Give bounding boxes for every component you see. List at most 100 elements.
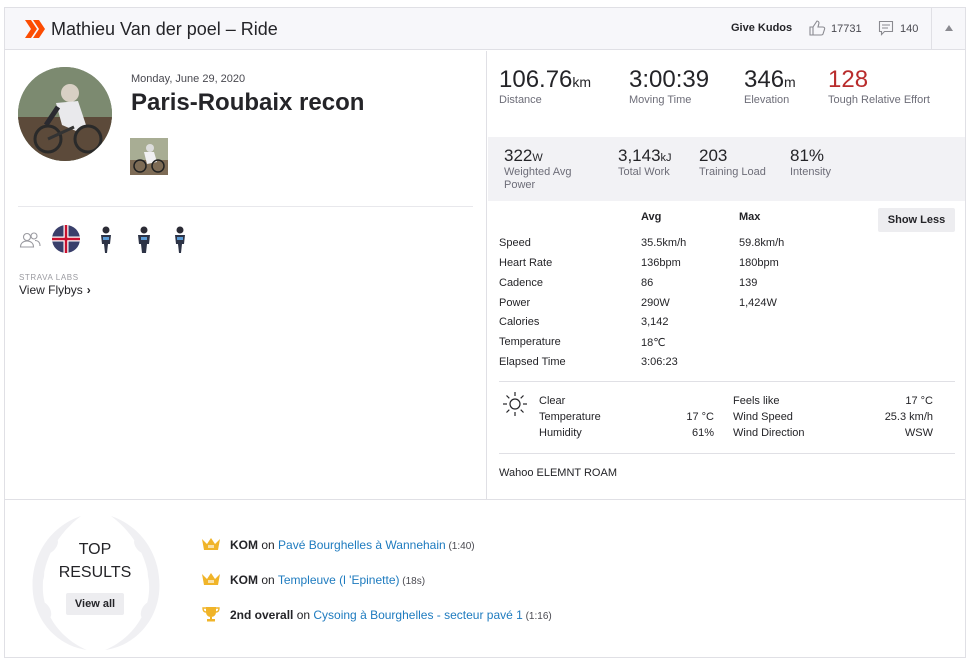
summary-stats: 106.76km Distance 3:00:39 Moving Time 34…: [488, 51, 965, 137]
view-flybys-link[interactable]: View Flybys ›: [19, 283, 91, 297]
result-on: on: [258, 538, 279, 552]
stat-value: 203: [699, 146, 728, 165]
activity-stats-panel: 106.76km Distance 3:00:39 Moving Time 34…: [488, 51, 965, 499]
athlete-avatar[interactable]: [18, 67, 112, 161]
top-results-line2: RESULTS: [58, 564, 132, 581]
weather-feels-like: 17 °C: [905, 395, 933, 407]
stat-value: 106.76: [499, 66, 573, 93]
kudos-count[interactable]: 17731: [831, 23, 862, 35]
stat-label: Weighted Avg Power: [504, 166, 572, 191]
view-flybys-label: View Flybys: [19, 283, 83, 297]
stat-relative-effort[interactable]: 128 Tough Relative Effort: [828, 66, 938, 107]
result-badge: KOM: [230, 573, 258, 587]
result-time: (1:16): [522, 611, 552, 622]
comment-count[interactable]: 140: [900, 23, 918, 35]
detail-row: Elapsed Time: [499, 356, 566, 370]
detail-label: Speed: [499, 237, 531, 249]
athlete-silhouette-avatar: [138, 226, 150, 253]
stat-training-load: 203 Training Load: [699, 146, 766, 179]
stat-label: Total Work: [618, 166, 670, 178]
athlete-silhouette-avatar: [101, 226, 111, 253]
avg-column-header: Avg: [641, 211, 662, 223]
weather-wind-speed-label: Wind Speed: [733, 411, 793, 423]
detail-max: 1,424W: [739, 297, 777, 309]
stat-value: 81%: [790, 146, 825, 165]
detail-label: Heart Rate: [499, 257, 553, 269]
view-all-button[interactable]: View all: [66, 593, 124, 615]
detail-row: Calories: [499, 316, 539, 330]
ride-chevrons-icon: [25, 20, 45, 38]
avatar-image: [18, 67, 112, 161]
stat-value: 3,143: [618, 146, 661, 165]
segment-link[interactable]: Pavé Bourghelles à Wannehain: [278, 538, 446, 552]
weather-feels-like-label: Feels like: [733, 395, 780, 407]
divider: [499, 453, 955, 454]
stat-value: 322: [504, 146, 533, 165]
group-athlete-avatar[interactable]: [51, 224, 81, 254]
detail-stats: Avg Max Show Less Speed 35.5km/h 59.8km/…: [488, 201, 965, 499]
detail-avg: 290W: [641, 297, 670, 309]
top-results-line1: TOP: [78, 541, 112, 558]
detail-max: 139: [739, 277, 758, 289]
detail-max: 59.8km/h: [739, 237, 785, 249]
stat-unit: kJ: [660, 152, 672, 164]
detail-avg: 86: [641, 277, 654, 289]
stat-moving-time: 3:00:39 Moving Time: [629, 66, 709, 107]
detail-avg: 3,142: [641, 316, 669, 328]
activity-header: Mathieu Van der poel – Ride Give Kudos 1…: [5, 8, 965, 50]
stat-label: Distance: [499, 94, 542, 106]
secondary-stats: 322W Weighted Avg Power 3,143kJ Total Wo…: [488, 137, 965, 201]
detail-row: Power: [499, 297, 530, 311]
weather-condition: Clear: [539, 395, 566, 407]
sun-icon: [503, 392, 527, 416]
detail-row: Speed: [499, 237, 531, 251]
result-time: (1:40): [445, 541, 475, 552]
result-badge: 2nd overall: [230, 608, 294, 622]
weather-humidity-label: Humidity: [539, 427, 582, 439]
stat-label: Moving Time: [629, 94, 692, 106]
stat-value: 3:00:39: [629, 66, 710, 93]
crown-icon: [202, 573, 220, 585]
stat-label: Tough Relative Effort: [828, 94, 930, 106]
result-item: 2nd overall on Cysoing à Bourghelles - s…: [201, 606, 552, 622]
activity-photo-thumbnail[interactable]: [130, 138, 168, 175]
result-item: KOM on Pavé Bourghelles à Wannehain (1:4…: [201, 536, 475, 552]
comment-icon[interactable]: [878, 20, 894, 36]
activity-title: Paris-Roubaix recon: [131, 89, 365, 116]
collapse-toggle[interactable]: [931, 8, 965, 50]
divider: [18, 206, 473, 207]
detail-label: Cadence: [499, 277, 544, 289]
trophy-icon: [202, 607, 220, 622]
weather-wind-speed: 25.3 km/h: [884, 411, 933, 423]
caret-up-icon: [945, 25, 953, 31]
show-less-button[interactable]: Show Less: [878, 208, 955, 232]
result-item: KOM on Templeuve (l 'Epinette) (18s): [201, 571, 425, 587]
stat-label: Training Load: [699, 166, 766, 178]
group-athlete-avatar[interactable]: [129, 224, 159, 254]
athlete-silhouette-avatar: [175, 226, 185, 253]
result-time: (18s): [399, 576, 426, 587]
give-kudos-button[interactable]: Give Kudos: [731, 22, 792, 34]
segment-link[interactable]: Cysoing à Bourghelles - secteur pavé 1: [313, 608, 522, 622]
result-badge: KOM: [230, 538, 258, 552]
chevron-right-icon: ›: [86, 283, 91, 297]
stat-weighted-avg-power: 322W Weighted Avg Power: [504, 146, 594, 192]
stat-label: Intensity: [790, 166, 831, 178]
detail-row: Temperature: [499, 336, 561, 350]
max-column-header: Max: [739, 211, 761, 223]
activity-date: Monday, June 29, 2020: [131, 73, 246, 85]
top-results-section: TOP RESULTS View all KOM on Pavé Bourghe…: [5, 499, 965, 658]
stat-unit: m: [784, 74, 796, 90]
thumbs-up-icon[interactable]: [808, 19, 826, 37]
detail-label: Calories: [499, 316, 540, 328]
segment-link[interactable]: Templeuve (l 'Epinette): [278, 573, 400, 587]
detail-label: Temperature: [499, 336, 561, 348]
activity-header-title: Mathieu Van der poel – Ride: [51, 19, 278, 39]
detail-avg: 136bpm: [641, 257, 681, 269]
group-athlete-avatar[interactable]: [165, 224, 195, 254]
top-results-title: TOP RESULTS: [45, 538, 145, 584]
result-on: on: [293, 608, 314, 622]
group-ride-icon: [19, 232, 41, 248]
group-athlete-avatar[interactable]: [91, 224, 121, 254]
stat-total-work: 3,143kJ Total Work: [618, 146, 672, 179]
